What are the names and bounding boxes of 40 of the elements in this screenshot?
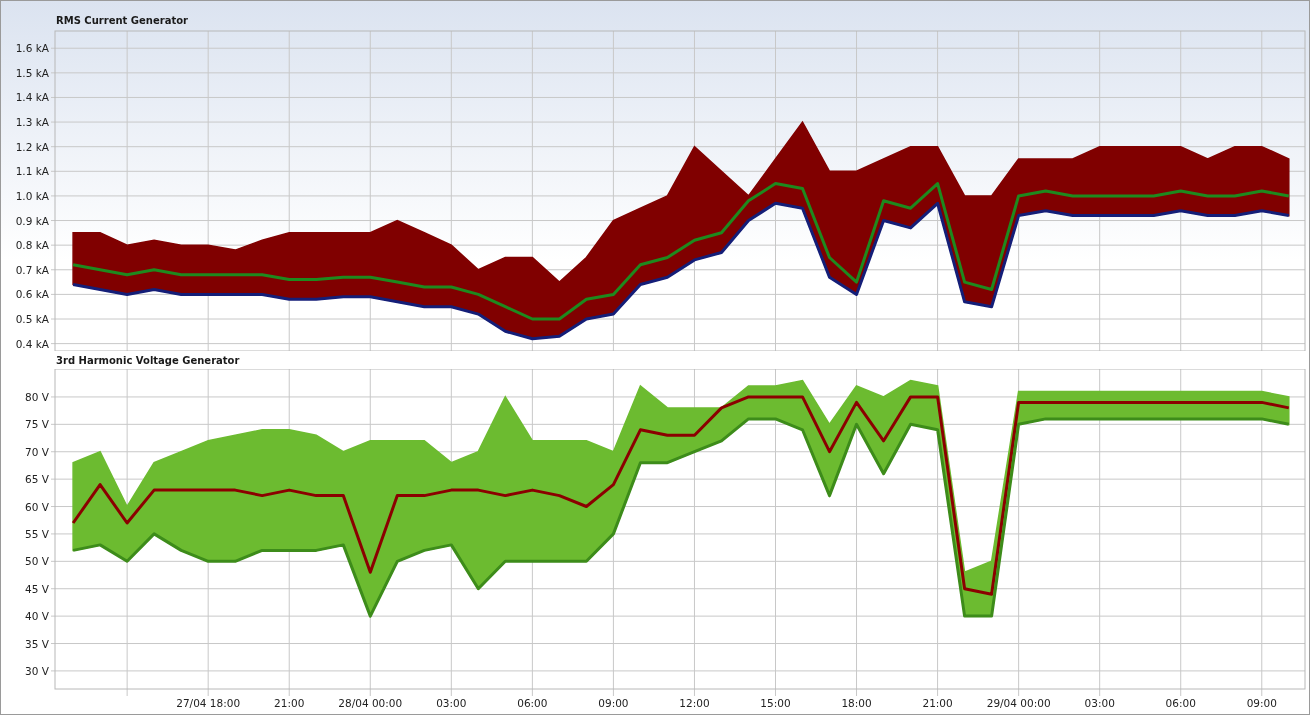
y-axis-label: 0.5 kA: [15, 313, 49, 325]
y-axis-label: 0.6 kA: [15, 288, 49, 301]
y-axis-label: 75 V: [25, 418, 49, 431]
y-axis-label: 1.2 kA: [15, 140, 49, 153]
chart-title: 3rd Harmonic Voltage Generator: [56, 355, 240, 368]
y-axis-label: 30 V: [25, 664, 49, 677]
y-axis-label: 50 V: [25, 555, 49, 568]
x-axis-label: 21:00: [274, 697, 305, 709]
x-axis-label: 03:00: [436, 697, 467, 709]
x-axis-label: 27/04 18:00: [176, 697, 241, 709]
y-axis-label: 1.4 kA: [15, 91, 49, 104]
x-axis-label: 06:00: [1165, 697, 1196, 709]
y-axis-label: 0.9 kA: [15, 214, 49, 227]
x-axis-label: 09:00: [598, 697, 629, 709]
y-axis-label: 70 V: [25, 445, 49, 458]
y-axis-label: 80 V: [25, 390, 49, 403]
y-axis-label: 0.7 kA: [15, 263, 49, 276]
y-axis-label: 1.5 kA: [15, 66, 49, 79]
y-axis-label: 0.8 kA: [15, 239, 49, 252]
x-axis-label: 29/04 00:00: [986, 697, 1051, 709]
x-axis-label: 06:00: [517, 697, 548, 709]
y-axis-label: 1.0 kA: [15, 189, 49, 202]
x-axis-label: 21:00: [922, 697, 953, 709]
x-axis-label: 03:00: [1084, 697, 1115, 709]
y-axis-label: 60 V: [25, 500, 49, 513]
y-axis-label: 1.3 kA: [15, 116, 49, 129]
chart-title: RMS Current Generator: [56, 15, 188, 28]
y-axis-label: 35 V: [25, 637, 49, 650]
y-axis-label: 55 V: [25, 527, 49, 540]
x-axis-label: 18:00: [841, 697, 872, 709]
y-axis-label: 1.1 kA: [15, 165, 49, 178]
y-axis-label: 0.4 kA: [15, 337, 49, 350]
y-axis-label: 65 V: [25, 473, 49, 486]
x-axis-label: 15:00: [760, 697, 791, 709]
x-axis-label: 28/04 00:00: [338, 697, 403, 709]
x-axis-label: 09:00: [1246, 697, 1277, 709]
x-axis-label: 12:00: [679, 697, 710, 709]
y-axis-label: 40 V: [25, 610, 49, 623]
y-axis-label: 45 V: [25, 582, 49, 595]
y-axis-label: 1.6 kA: [15, 42, 49, 55]
